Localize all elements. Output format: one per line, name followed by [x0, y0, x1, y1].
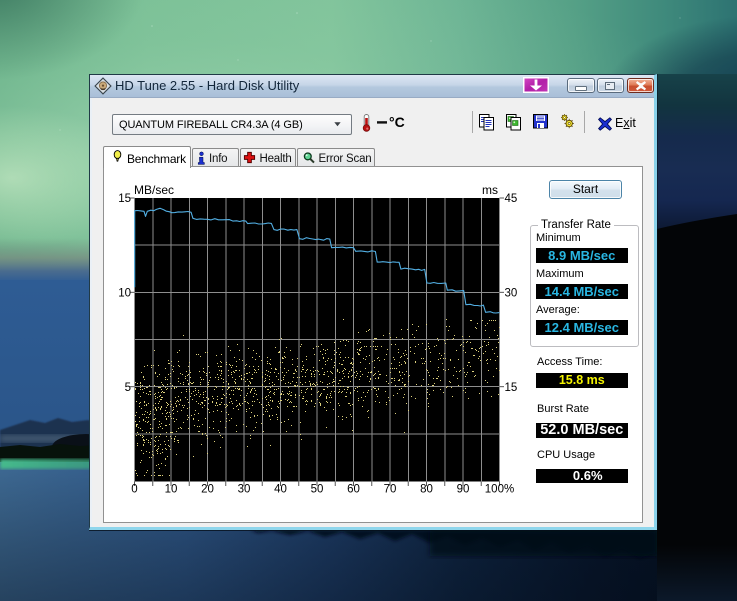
svg-text:10: 10 — [118, 287, 131, 299]
svg-text:30: 30 — [238, 483, 251, 495]
svg-text:80: 80 — [420, 483, 433, 495]
svg-text:15: 15 — [505, 382, 518, 394]
svg-text:100%: 100% — [485, 483, 514, 495]
svg-text:MB/sec: MB/sec — [134, 183, 174, 197]
svg-text:45: 45 — [505, 193, 518, 205]
svg-text:15: 15 — [118, 193, 131, 205]
svg-text:90: 90 — [457, 483, 470, 495]
svg-text:20: 20 — [201, 483, 214, 495]
svg-text:60: 60 — [347, 483, 360, 495]
svg-text:0: 0 — [131, 483, 137, 495]
svg-text:5: 5 — [125, 382, 131, 394]
svg-text:70: 70 — [384, 483, 397, 495]
svg-text:30: 30 — [505, 287, 518, 299]
svg-text:ms: ms — [482, 183, 498, 197]
svg-text:40: 40 — [274, 483, 287, 495]
svg-text:10: 10 — [165, 483, 178, 495]
svg-text:50: 50 — [311, 483, 324, 495]
